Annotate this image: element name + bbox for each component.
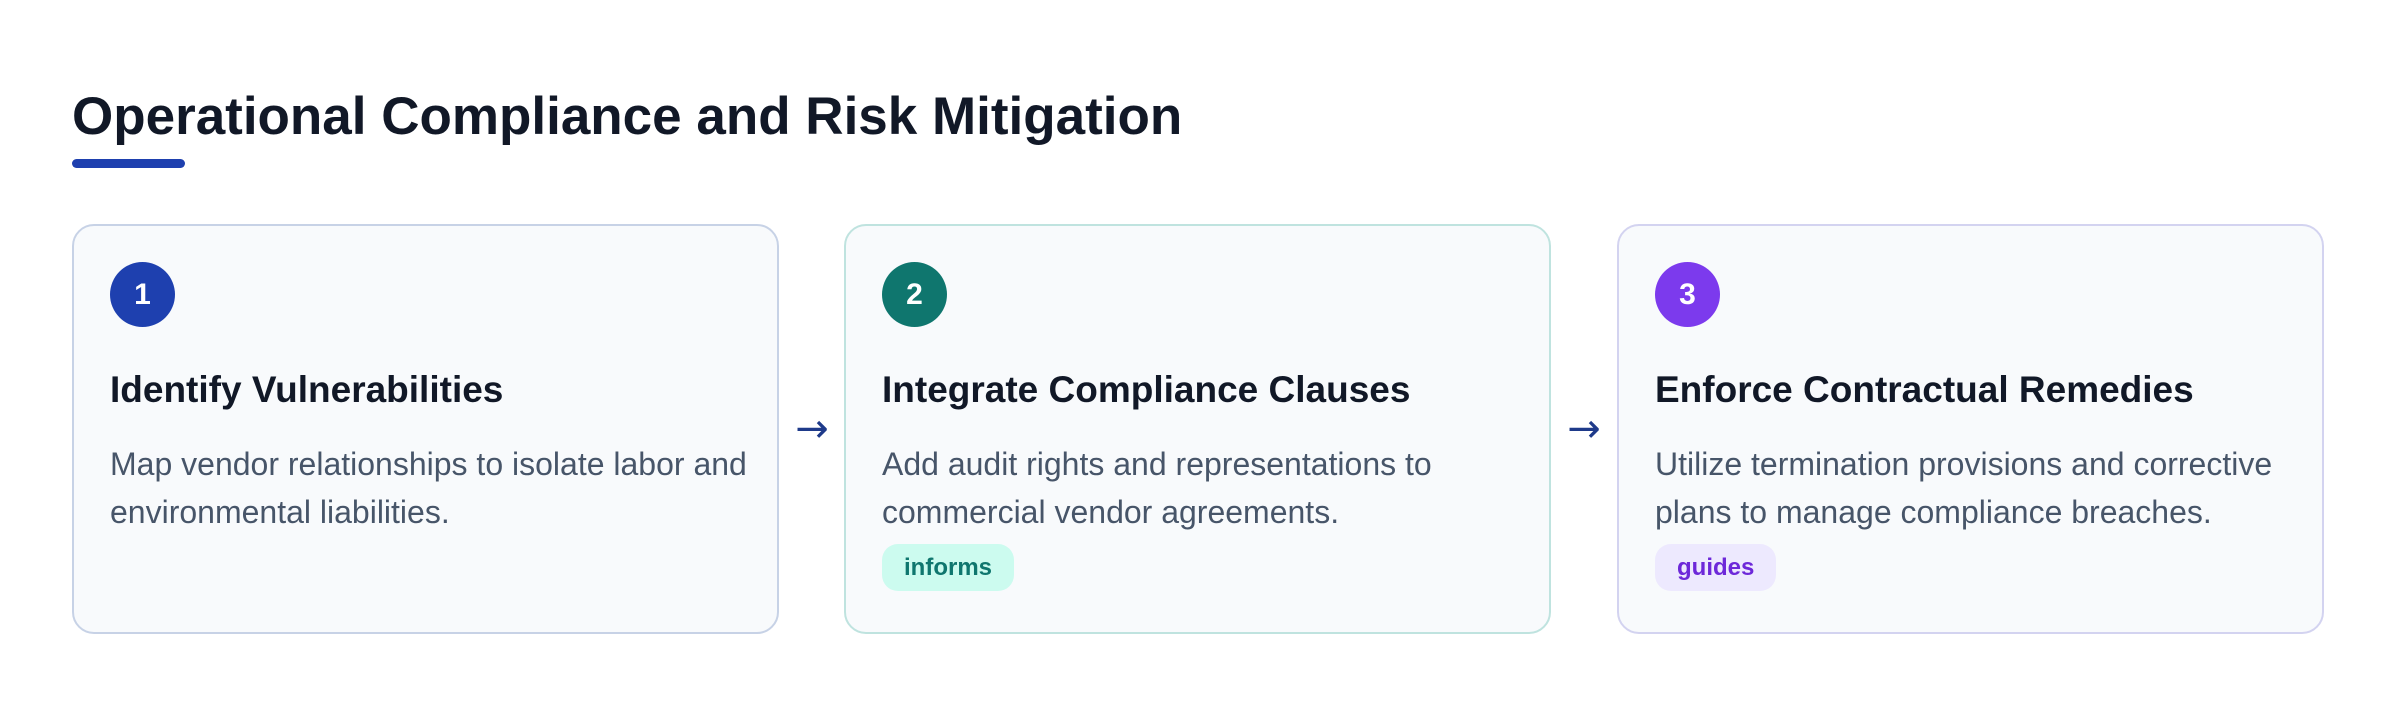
step-card-3: 3 Enforce Contractual Remedies Utilize t… — [1617, 224, 2324, 634]
step-card-1: 1 Identify Vulnerabilities Map vendor re… — [72, 224, 779, 634]
step-description: Utilize termination provisions and corre… — [1655, 446, 2273, 530]
right-arrow-icon: → — [1567, 406, 1601, 452]
right-arrow-icon: → — [795, 406, 829, 452]
step-number-badge: 2 — [882, 262, 947, 327]
relationship-tag: informs — [882, 544, 1015, 591]
step-title: Integrate Compliance Clauses — [882, 369, 1411, 410]
step-title: Enforce Contractual Remedies — [1655, 369, 2194, 410]
title-underline — [72, 159, 185, 168]
step-title: Identify Vulnerabilities — [110, 369, 504, 410]
step-number-badge: 3 — [1655, 262, 1720, 327]
step-description: Map vendor relationships to isolate labo… — [110, 446, 747, 530]
page-title: Operational Compliance and Risk Mitigati… — [72, 87, 1183, 146]
relationship-tag: guides — [1655, 544, 1777, 591]
step-description: Add audit rights and representations to … — [882, 446, 1432, 530]
diagram-page: Operational Compliance and Risk Mitigati… — [0, 0, 2400, 708]
process-flow: 1 Identify Vulnerabilities Map vendor re… — [72, 224, 2324, 636]
step-card-2: 2 Integrate Compliance Clauses Add audit… — [844, 224, 1551, 634]
step-number-badge: 1 — [110, 262, 175, 327]
